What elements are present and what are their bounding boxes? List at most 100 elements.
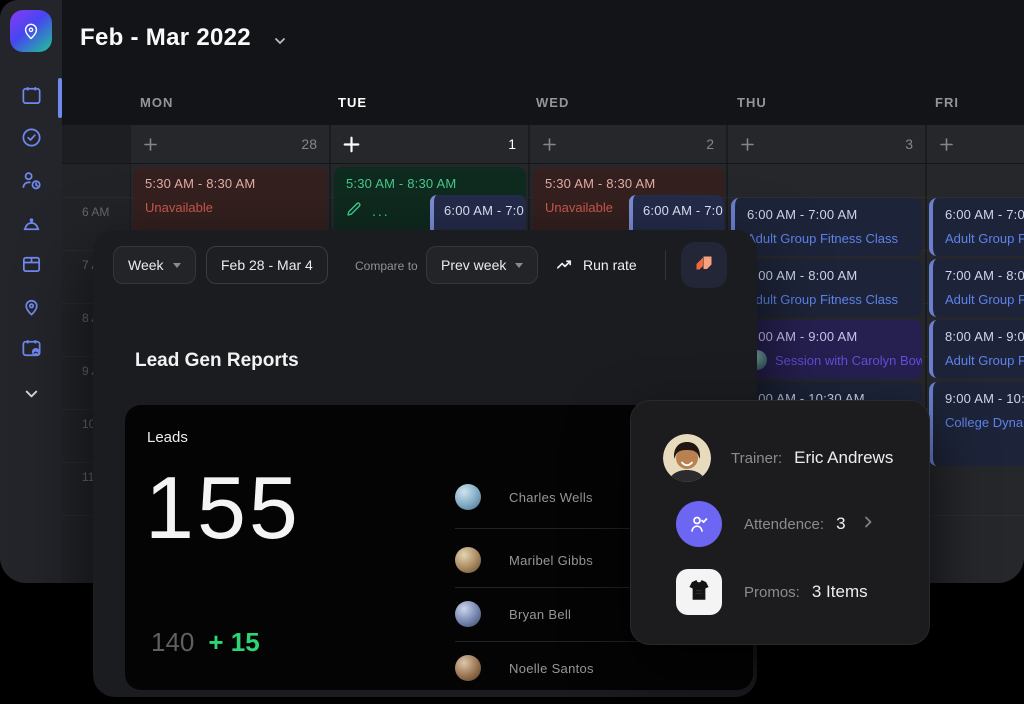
event-thu-2[interactable]: 7:00 AM - 8:00 AM Adult Group Fitness Cl… bbox=[731, 259, 922, 317]
chevron-down-icon bbox=[20, 382, 43, 405]
chevron-right-icon[interactable] bbox=[861, 515, 875, 534]
event-time: 6:00 AM - 7:0 bbox=[945, 207, 1024, 222]
promos-value: 3 Items bbox=[812, 582, 868, 602]
day-cell-wed[interactable]: 2 bbox=[530, 125, 726, 163]
day-label-tue: TUE bbox=[338, 95, 367, 110]
event-time: 9:00 AM - 10: bbox=[945, 391, 1024, 406]
event-title: Session with Carolyn Bow bbox=[775, 353, 922, 368]
calendar-person-icon bbox=[20, 337, 43, 360]
period-dropdown[interactable]: Week bbox=[113, 246, 196, 284]
day-cell-fri[interactable] bbox=[927, 125, 1024, 163]
person-check-icon bbox=[676, 501, 722, 547]
promos-label: Promos: bbox=[744, 584, 800, 601]
trainer-row: Trainer: Eric Andrews bbox=[631, 434, 931, 482]
day-cell-tue[interactable]: 1 bbox=[331, 125, 528, 163]
day-number: 3 bbox=[905, 136, 913, 152]
lead-person-name: Maribel Gibbs bbox=[509, 553, 593, 568]
event-time: 7:00 AM - 8:0 bbox=[945, 268, 1024, 283]
check-circle-icon bbox=[20, 126, 43, 149]
sidebar bbox=[0, 0, 62, 583]
chevron-down-icon bbox=[173, 263, 181, 268]
day-label-wed: WED bbox=[536, 95, 569, 110]
event-fri-1[interactable]: 6:00 AM - 7:0 Adult Group F bbox=[929, 198, 1024, 256]
event-more[interactable]: ... bbox=[372, 203, 390, 219]
event-time: 6:00 AM - 7:0 bbox=[643, 203, 714, 218]
promos-row[interactable]: Promos: 3 Items bbox=[631, 568, 931, 616]
event-thu-1[interactable]: 6:00 AM - 7:00 AM Adult Group Fitness Cl… bbox=[731, 198, 922, 256]
panel-heading: Lead Gen Reports bbox=[135, 350, 299, 372]
sidebar-item-locations[interactable] bbox=[0, 289, 62, 323]
sidebar-item-calendar[interactable] bbox=[0, 78, 62, 112]
day-label-thu: THU bbox=[737, 95, 767, 110]
event-time: 6:00 AM - 7:0 bbox=[444, 203, 516, 218]
day-label-mon: MON bbox=[140, 95, 173, 110]
sidebar-item-tasks[interactable] bbox=[0, 120, 62, 154]
compare-dropdown[interactable]: Prev week bbox=[426, 246, 538, 284]
event-thu-session[interactable]: 8:00 AM - 9:00 AM Session with Carolyn B… bbox=[731, 320, 922, 379]
screenshot-root: Feb - Mar 2022 MON TUE WED THU FRI 28 1 … bbox=[0, 0, 1024, 704]
leads-value: 155 bbox=[145, 457, 301, 559]
lead-person-name: Bryan Bell bbox=[509, 607, 571, 622]
event-time: 6:00 AM - 7:00 AM bbox=[747, 207, 910, 222]
sidebar-item-services[interactable] bbox=[0, 206, 62, 240]
add-event-icon[interactable] bbox=[542, 137, 557, 152]
event-fri-4[interactable]: 9:00 AM - 10: College Dyna bbox=[929, 382, 1024, 466]
run-rate-toggle[interactable]: Run rate bbox=[555, 255, 637, 274]
day-number: 28 bbox=[301, 136, 317, 152]
lead-person-row[interactable]: Noelle Santos bbox=[455, 646, 725, 690]
event-title: College Dyna bbox=[945, 415, 1024, 430]
tshirt-promo-icon bbox=[676, 569, 722, 615]
add-event-icon[interactable] bbox=[343, 136, 360, 153]
trainer-label: Trainer: bbox=[731, 450, 782, 467]
day-number: 1 bbox=[508, 136, 516, 152]
sidebar-item-bookings[interactable] bbox=[0, 331, 62, 365]
trainer-avatar bbox=[663, 434, 711, 482]
attendance-row[interactable]: Attendence: 3 bbox=[631, 500, 931, 548]
location-pin-icon bbox=[20, 295, 43, 318]
event-fri-2[interactable]: 7:00 AM - 8:0 Adult Group F bbox=[929, 259, 1024, 317]
day-cell-gutter bbox=[62, 125, 130, 163]
event-time: 5:30 AM - 8:30 AM bbox=[545, 176, 712, 191]
chevron-down-icon bbox=[515, 263, 523, 268]
day-label-fri: FRI bbox=[935, 95, 959, 110]
location-pin-logo-icon bbox=[21, 21, 41, 41]
attendance-value: 3 bbox=[836, 514, 845, 534]
add-event-icon[interactable] bbox=[939, 137, 954, 152]
integration-button[interactable] bbox=[681, 242, 727, 288]
run-rate-label: Run rate bbox=[583, 257, 637, 273]
avatar bbox=[455, 547, 481, 573]
sidebar-more[interactable] bbox=[0, 376, 62, 410]
lead-person-name: Charles Wells bbox=[509, 490, 593, 505]
leads-delta: + 15 bbox=[208, 627, 259, 658]
sidebar-item-packages[interactable] bbox=[0, 246, 62, 280]
day-cell-mon[interactable]: 28 bbox=[131, 125, 329, 163]
time-label: 6 AM bbox=[82, 205, 128, 219]
avatar bbox=[455, 601, 481, 627]
trainer-info-card: Trainer: Eric Andrews Attendence: 3 Prom… bbox=[630, 400, 930, 645]
package-icon bbox=[20, 252, 43, 275]
event-time: 7:00 AM - 8:00 AM bbox=[747, 268, 910, 283]
event-time: 5:30 AM - 8:30 AM bbox=[346, 176, 514, 191]
event-fri-3[interactable]: 8:00 AM - 9:0 Adult Group F bbox=[929, 320, 1024, 378]
leads-stats: 140 + 15 bbox=[151, 627, 260, 658]
trend-up-icon bbox=[555, 255, 574, 274]
chevron-down-icon[interactable] bbox=[272, 33, 288, 54]
date-range-button[interactable]: Feb 28 - Mar 4 bbox=[206, 246, 328, 284]
app-logo[interactable] bbox=[10, 10, 52, 52]
event-time: 5:30 AM - 8:30 AM bbox=[145, 176, 315, 191]
compare-dropdown-value: Prev week bbox=[441, 257, 506, 273]
person-clock-icon bbox=[20, 169, 43, 192]
event-title: Adult Group F bbox=[945, 231, 1024, 246]
pencil-icon[interactable] bbox=[346, 201, 362, 220]
add-event-icon[interactable] bbox=[740, 137, 755, 152]
day-cell-thu[interactable]: 3 bbox=[728, 125, 925, 163]
event-title: Unavailable bbox=[145, 200, 315, 215]
event-time: 8:00 AM - 9:00 AM bbox=[747, 329, 910, 344]
sidebar-item-clients[interactable] bbox=[0, 163, 62, 197]
event-title: Adult Group F bbox=[945, 353, 1024, 368]
leads-previous: 140 bbox=[151, 627, 194, 658]
avatar bbox=[455, 655, 481, 681]
event-time: 8:00 AM - 9:0 bbox=[945, 329, 1024, 344]
add-event-icon[interactable] bbox=[143, 137, 158, 152]
leads-label: Leads bbox=[147, 429, 188, 446]
